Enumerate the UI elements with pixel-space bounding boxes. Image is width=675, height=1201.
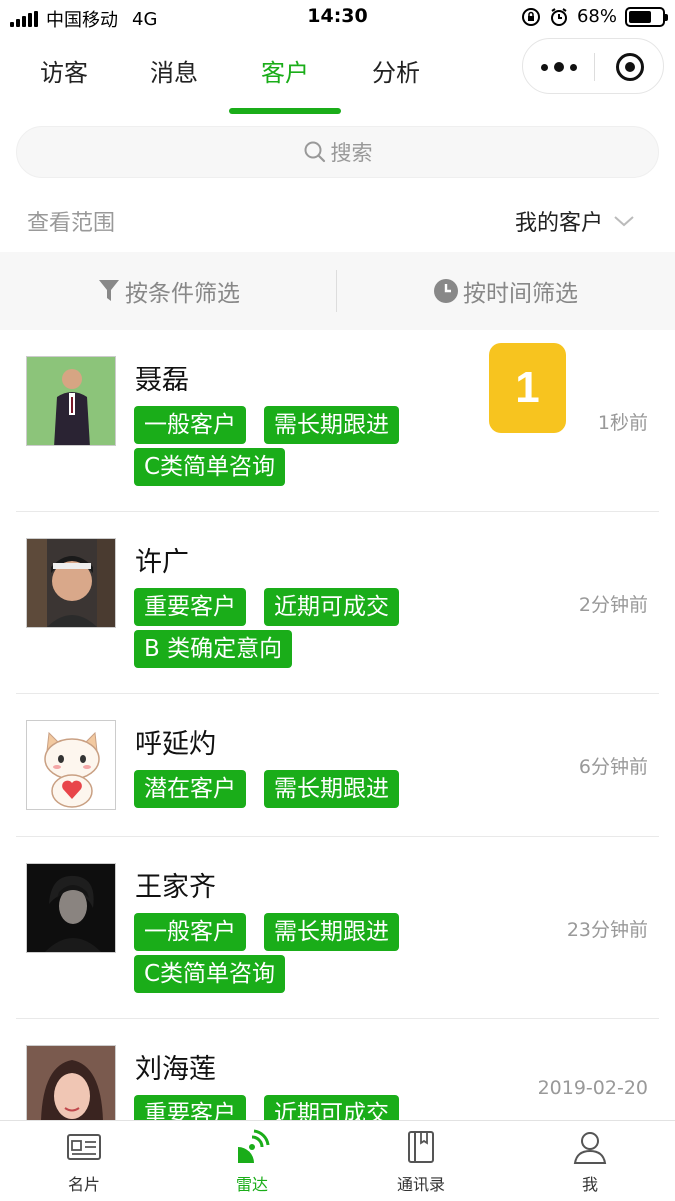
customer-row[interactable]: 聂磊 一般客户 需长期跟进 C类简单咨询 1 1秒前 [0,330,675,512]
customer-tag: B 类确定意向 [134,630,293,668]
customer-tag: 重要客户 [134,588,246,626]
tab-messages[interactable]: 消息 [118,40,230,120]
tab-label: 客户 [261,59,309,87]
nav-card[interactable]: 名片 [0,1121,168,1201]
tab-label: 分析 [372,59,420,87]
avatar [26,1045,116,1120]
nav-radar[interactable]: 雷达 [168,1121,336,1201]
status-right: 68% [521,6,668,27]
battery-percent: 68% [576,6,617,27]
nav-label: 名片 [67,1175,100,1194]
customer-row[interactable]: 刘海莲 重要客户 近期可成交 2019-02-20 [0,1019,675,1120]
customer-tag: 潜在客户 [134,770,246,808]
card-icon [67,1134,101,1160]
customer-row[interactable]: 呼延灼 潜在客户 需长期跟进 6分钟前 [0,694,675,837]
customer-tag: 需长期跟进 [264,913,399,951]
active-tab-indicator [229,108,341,114]
scope-row: 查看范围 我的客户 [0,190,675,250]
avatar-photo [27,539,115,627]
avatar-cartoon-cat [27,721,115,809]
filter-condition-label: 按条件筛选 [125,281,240,307]
rotation-lock-icon [521,7,540,26]
scope-selector[interactable]: 我的客户 [515,205,635,237]
tag-list: 一般客户 需长期跟进 C类简单咨询 [134,406,454,490]
avatar [26,356,116,446]
top-tabs: 访客 消息 客户 分析 [0,40,500,120]
tag-list: 潜在客户 需长期跟进 [134,770,454,812]
customer-tag: 需长期跟进 [264,406,399,444]
customer-list: 聂磊 一般客户 需长期跟进 C类简单咨询 1 1秒前 许广 重要客户 近期可成交 [0,330,675,1120]
last-active-time: 1秒前 [597,412,648,434]
miniprogram-capsule [522,38,664,94]
customer-tag: C类简单咨询 [134,955,286,993]
status-bar: 中国移动 4G 14:30 68% [0,0,675,36]
search-icon [304,141,325,163]
avatar [26,863,116,953]
scope-value: 我的客户 [514,211,603,236]
clock-icon [434,279,458,303]
nav-label: 我 [581,1175,598,1194]
customer-row[interactable]: 王家齐 一般客户 需长期跟进 C类简单咨询 23分钟前 [0,837,675,1019]
customer-name: 呼延灼 [135,729,216,760]
tab-label: 消息 [150,59,198,87]
close-miniprogram-button[interactable] [595,39,665,95]
customer-tag: 重要客户 [134,1095,246,1120]
tab-customers[interactable]: 客户 [229,40,341,120]
last-active-time: 2019-02-20 [537,1077,648,1099]
customer-name: 刘海莲 [135,1054,216,1085]
avatar [26,538,116,628]
customer-tag: 需长期跟进 [264,770,399,808]
filter-by-time-button[interactable]: 按时间筛选 [337,252,674,330]
avatar-photo [27,357,115,445]
person-icon [573,1132,607,1164]
unread-badge: 1 [489,343,566,433]
customer-tag: 近期可成交 [264,1095,399,1120]
tab-analysis[interactable]: 分析 [340,40,452,120]
more-button[interactable] [523,39,595,95]
last-active-time: 6分钟前 [578,756,648,778]
alarm-icon [550,7,567,26]
target-icon [616,53,644,81]
customer-tag: 近期可成交 [264,588,399,626]
last-active-time: 23分钟前 [566,919,648,941]
nav-label: 雷达 [235,1175,268,1194]
tag-list: 一般客户 需长期跟进 C类简单咨询 [134,913,454,997]
filter-by-condition-button[interactable]: 按条件筛选 [0,252,337,330]
scope-label: 查看范围 [27,211,116,236]
tag-list: 重要客户 近期可成交 B 类确定意向 [134,588,454,672]
battery-icon [625,6,668,27]
filter-time-label: 按时间筛选 [463,281,578,307]
contacts-book-icon [408,1131,434,1163]
search-placeholder: 搜索 [330,141,373,165]
nav-contacts[interactable]: 通讯录 [337,1121,505,1201]
filter-bar: 按条件筛选 按时间筛选 [0,252,675,330]
avatar [26,720,116,810]
funnel-icon [99,280,119,301]
nav-label: 通讯录 [396,1175,445,1194]
bottom-nav: 名片 雷达 通讯录 我 [0,1120,675,1200]
search-bar[interactable]: 搜索 [16,126,659,178]
tab-label: 访客 [40,59,88,87]
battery-fill [629,10,651,23]
customer-name: 许广 [135,547,189,578]
chevron-down-icon [614,216,634,227]
customer-row[interactable]: 许广 重要客户 近期可成交 B 类确定意向 2分钟前 [0,512,675,694]
radar-icon [238,1129,270,1163]
customer-tag: C类简单咨询 [134,448,286,486]
customer-tag: 一般客户 [134,913,246,951]
last-active-time: 2分钟前 [578,594,648,616]
avatar-photo [27,1046,115,1120]
customer-name: 王家齐 [135,872,216,903]
nav-me[interactable]: 我 [506,1121,674,1201]
tab-visitors[interactable]: 访客 [8,40,120,120]
customer-tag: 一般客户 [134,406,246,444]
more-dots-icon [538,62,580,72]
tag-list: 重要客户 近期可成交 [134,1095,454,1120]
customer-name: 聂磊 [135,365,189,396]
avatar-photo [27,864,115,952]
